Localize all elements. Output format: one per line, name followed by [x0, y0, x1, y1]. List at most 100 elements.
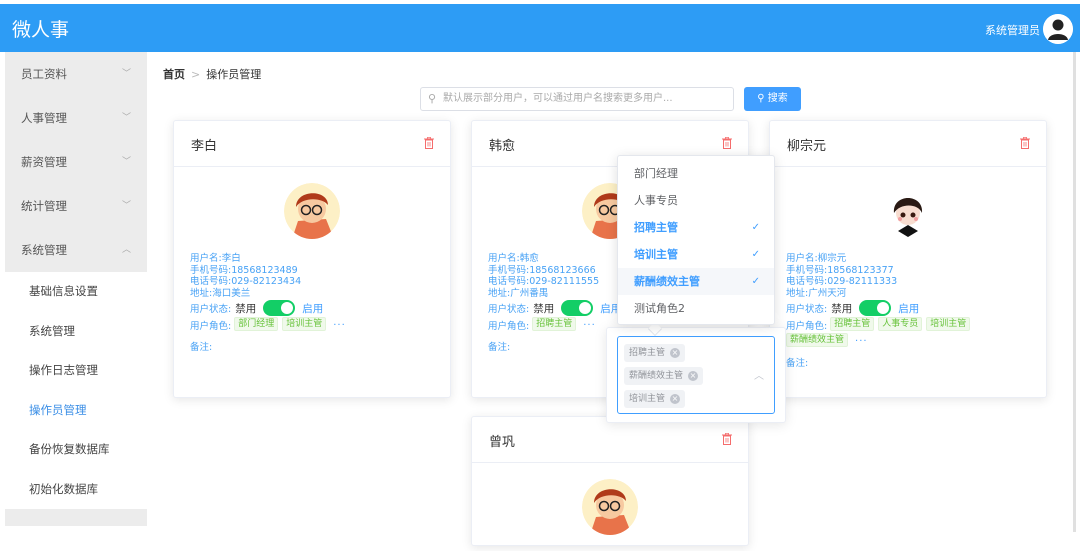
- field-label: 地址:: [190, 287, 213, 299]
- card-title: 曾巩: [489, 435, 516, 450]
- user-card: 李白 用户名:李白 手机号码:18568123489 电话号码:029-8212…: [173, 120, 451, 398]
- close-icon[interactable]: ×: [688, 370, 699, 381]
- user-menu[interactable]: 系统管理员: [985, 22, 1040, 38]
- breadcrumb-home[interactable]: 首页: [163, 68, 185, 81]
- status-toggle[interactable]: [859, 300, 892, 316]
- sidebar-menu-employee[interactable]: 员工资料 ﹀: [5, 52, 147, 96]
- role-tag: 招聘主管: [532, 317, 577, 331]
- enabled-label: 启用: [302, 302, 324, 315]
- menu-label: 系统管理: [21, 243, 67, 257]
- role-option[interactable]: 人事专员: [618, 187, 774, 214]
- close-icon[interactable]: ×: [670, 347, 681, 358]
- sidebar-item-backup-restore[interactable]: 备份恢复数据库: [5, 430, 147, 470]
- phone-row: 电话号码:029-82123434: [190, 276, 434, 288]
- delete-trash-icon[interactable]: [424, 137, 434, 149]
- disabled-label: 禁用: [533, 302, 555, 315]
- status-label: 用户状态:: [488, 304, 530, 315]
- address-row: 地址:广州天河: [786, 288, 1030, 300]
- option-label: 人事专员: [634, 194, 678, 207]
- mobile-value: 18568123666: [529, 264, 596, 276]
- status-row: 用户状态: 禁用 启用: [786, 300, 1030, 316]
- delete-trash-icon[interactable]: [1020, 137, 1030, 149]
- close-icon[interactable]: ×: [670, 393, 681, 404]
- role-option[interactable]: 部门经理: [618, 160, 774, 187]
- status-label: 用户状态:: [786, 304, 828, 315]
- more-roles-button[interactable]: ···: [583, 320, 596, 331]
- sidebar-menu-system[interactable]: 系统管理 ︿: [5, 228, 147, 272]
- check-icon: ✓: [751, 276, 760, 287]
- username-row: 用户名:李白: [190, 253, 434, 265]
- system-submenu: 基础信息设置 系统管理 操作日志管理 操作员管理 备份恢复数据库 初始化数据库: [5, 272, 147, 509]
- role-option[interactable]: 培训主管 ✓: [618, 241, 774, 268]
- mobile-value: 18568123489: [231, 264, 298, 276]
- selected-role-tag: 招聘主管 ×: [624, 344, 686, 362]
- search-button-label: 搜索: [767, 93, 788, 104]
- address-value: 广州天河: [808, 287, 847, 299]
- field-label: 电话号码:: [488, 276, 530, 287]
- chevron-down-icon: ﹀: [121, 69, 131, 79]
- username-value: 柳宗元: [817, 253, 847, 264]
- field-label: 手机号码:: [488, 264, 530, 276]
- status-toggle[interactable]: [561, 300, 594, 316]
- search-input[interactable]: ⚲ 默认展示部分用户，可以通过用户名搜索更多用户...: [420, 87, 734, 111]
- tag-label: 招聘主管: [629, 348, 666, 358]
- role-tag: 培训主管: [926, 317, 971, 331]
- roles-row: 用户角色: 部门经理 培训主管 ···: [190, 317, 434, 333]
- menu-label: 薪资管理: [21, 155, 67, 169]
- role-option[interactable]: 招聘主管 ✓: [618, 214, 774, 241]
- note-label: 备注:: [190, 342, 213, 353]
- sidebar-item-basic-info[interactable]: 基础信息设置: [5, 272, 147, 312]
- roles-label: 用户角色:: [488, 321, 530, 332]
- card-title: 韩愈: [489, 139, 516, 154]
- user-face-avatar: [284, 183, 340, 239]
- sidebar-menu-personnel[interactable]: 人事管理 ﹀: [5, 96, 147, 140]
- field-label: 用户名:: [488, 253, 520, 264]
- more-roles-button[interactable]: ···: [855, 336, 868, 347]
- role-multi-select[interactable]: 招聘主管 × 薪酬绩效主管 × 培训主管 × ︿: [617, 336, 775, 414]
- card-title: 柳宗元: [787, 139, 827, 154]
- check-icon: ✓: [751, 222, 760, 233]
- phone-row: 电话号码:029-82111333: [786, 276, 1030, 288]
- address-value: 广州番禺: [510, 287, 549, 299]
- sidebar-item-init-db[interactable]: 初始化数据库: [5, 470, 147, 510]
- user-face-avatar: [880, 183, 936, 239]
- vertical-scrollbar[interactable]: [1073, 52, 1076, 532]
- breadcrumb-current: 操作员管理: [206, 68, 262, 81]
- role-option[interactable]: 测试角色2: [618, 295, 774, 322]
- chevron-up-icon[interactable]: ︿: [754, 367, 764, 382]
- sidebar: 员工资料 ﹀ 人事管理 ﹀ 薪资管理 ﹀ 统计管理 ﹀ 系统管理 ︿ 基础信息设置 系统管…: [5, 52, 147, 526]
- field-label: 手机号码:: [786, 264, 828, 276]
- option-label: 薪酬绩效主管: [634, 275, 700, 288]
- username-row: 用户名:柳宗元: [786, 253, 1030, 265]
- delete-trash-icon[interactable]: [722, 137, 732, 149]
- chevron-down-icon: ﹀: [121, 157, 131, 167]
- phone-value: 029-82111555: [529, 276, 600, 287]
- breadcrumb-separator: >: [191, 68, 201, 81]
- disabled-label: 禁用: [235, 302, 257, 315]
- status-toggle[interactable]: [263, 300, 296, 316]
- sidebar-menu-salary[interactable]: 薪资管理 ﹀: [5, 140, 147, 184]
- selected-role-tag: 薪酬绩效主管 ×: [624, 367, 704, 385]
- search-button[interactable]: ⚲ 搜索: [744, 87, 801, 111]
- sidebar-item-system-manage[interactable]: 系统管理: [5, 312, 147, 352]
- more-roles-button[interactable]: ···: [333, 320, 346, 331]
- check-icon: ✓: [751, 249, 760, 260]
- option-label: 部门经理: [634, 167, 678, 180]
- user-card: 柳宗元 用户名:柳宗元 手机号码:18568123377 电话号码:029-82…: [769, 120, 1047, 398]
- option-label: 招聘主管: [634, 221, 678, 234]
- field-label: 用户名:: [786, 253, 818, 264]
- sidebar-item-operation-log[interactable]: 操作日志管理: [5, 351, 147, 391]
- sidebar-item-operator-manage[interactable]: 操作员管理: [5, 391, 147, 431]
- top-header: 微人事 系统管理员: [0, 4, 1080, 52]
- role-option[interactable]: 薪酬绩效主管 ✓: [618, 268, 774, 295]
- status-label: 用户状态:: [190, 304, 232, 315]
- user-avatar-icon[interactable]: [1043, 14, 1073, 44]
- search-icon: ⚲: [428, 92, 437, 105]
- roles-label: 用户角色:: [786, 321, 828, 332]
- mobile-row: 手机号码:18568123377: [786, 265, 1030, 277]
- sidebar-menu-statistics[interactable]: 统计管理 ﹀: [5, 184, 147, 228]
- role-tag: 部门经理: [234, 317, 279, 331]
- card-title: 李白: [191, 139, 218, 154]
- delete-trash-icon[interactable]: [722, 433, 732, 445]
- mobile-row: 手机号码:18568123489: [190, 265, 434, 277]
